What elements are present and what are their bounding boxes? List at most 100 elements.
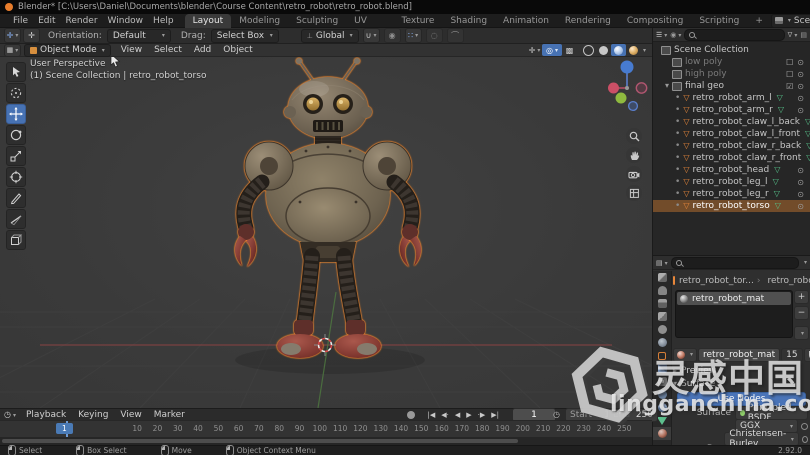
- editor-type-icon[interactable]: ▦ ▾: [4, 43, 21, 57]
- hide-eye-icon[interactable]: ⊙: [797, 202, 804, 211]
- transform-tool-button[interactable]: [6, 167, 26, 187]
- topbar-menu[interactable]: File: [8, 16, 33, 26]
- tweak-tool-button[interactable]: [6, 62, 26, 82]
- show-gizmo-icon[interactable]: ✛ ▾: [527, 44, 542, 56]
- tab-scene[interactable]: [653, 323, 671, 336]
- workspace-tab[interactable]: Shading: [442, 14, 495, 28]
- tab-output[interactable]: [653, 297, 671, 310]
- collection-checkbox[interactable]: ☐: [786, 70, 793, 79]
- material-slot-row[interactable]: retro_robot_mat: [677, 292, 791, 305]
- record-button[interactable]: [406, 410, 415, 419]
- move-tool-button[interactable]: [6, 104, 26, 124]
- slot-specials-button[interactable]: ▾: [794, 326, 809, 340]
- add-cube-tool-button[interactable]: [6, 230, 26, 250]
- outliner-display-mode-icon[interactable]: ◉ ▾: [670, 31, 681, 39]
- timeline-ruler[interactable]: 10 20 30 40 50 60 70 80 90 100 110 120 130 140 150 160 1…: [0, 420, 652, 438]
- pan-hand-icon[interactable]: [626, 147, 642, 163]
- xray-toggle-icon[interactable]: ▩: [562, 44, 577, 56]
- shading-solid-icon[interactable]: [596, 44, 611, 56]
- perspective-toggle-icon[interactable]: [626, 185, 642, 201]
- object-row[interactable]: • ▽ retro_robot_arm_l ▽ ⊙: [653, 92, 810, 104]
- object-row[interactable]: • ▽ retro_robot_claw_l_front ▽ ⊙: [653, 128, 810, 140]
- add-slot-button[interactable]: +: [794, 290, 809, 304]
- transform-orientation-dropdown[interactable]: ⊥ Global ▾: [300, 28, 359, 43]
- surface-panel-header[interactable]: ▾ Surface: [673, 379, 808, 389]
- material-slot-list[interactable]: retro_robot_mat: [675, 290, 793, 338]
- active-tool-dropdown[interactable]: ✛ ▾: [4, 28, 21, 43]
- workspace-tab[interactable]: Rendering: [557, 14, 619, 28]
- collection-row[interactable]: low poly ☐ ⊙: [653, 56, 810, 68]
- object-row[interactable]: • ▽ retro_robot_claw_r_front ▽ ⊙: [653, 152, 810, 164]
- workspace-tab[interactable]: UV Editing: [346, 14, 393, 40]
- tab-render[interactable]: [653, 284, 671, 297]
- hide-eye-icon[interactable]: ⊙: [797, 166, 804, 175]
- timeline-menu[interactable]: Keying: [72, 410, 114, 420]
- shading-wireframe-icon[interactable]: [581, 44, 596, 56]
- tab-world[interactable]: [653, 336, 671, 349]
- workspace-tab[interactable]: Scripting: [691, 14, 747, 28]
- tab-view-layer[interactable]: [653, 310, 671, 323]
- animate-dot-icon[interactable]: [801, 422, 808, 430]
- workspace-tab[interactable]: Layout: [184, 13, 232, 28]
- browse-material-button[interactable]: ▾: [673, 347, 698, 362]
- tab-modifiers[interactable]: [653, 362, 671, 375]
- camera-view-icon[interactable]: [626, 166, 642, 182]
- viewport-menu[interactable]: Select: [148, 45, 188, 55]
- snap-toggle-icon[interactable]: ◉: [383, 28, 401, 43]
- tab-object[interactable]: [653, 349, 671, 362]
- navigation-gizmo[interactable]: [608, 56, 648, 120]
- robot-model[interactable]: [212, 56, 452, 368]
- topbar-menu[interactable]: Edit: [33, 16, 60, 26]
- falloff-curve-icon[interactable]: ⌒: [446, 28, 464, 43]
- collection-checkbox[interactable]: ☑: [786, 82, 793, 91]
- collection-row[interactable]: high poly ☐ ⊙: [653, 68, 810, 80]
- timeline-menu[interactable]: Playback: [20, 410, 72, 420]
- topbar-menu[interactable]: Help: [148, 16, 179, 26]
- playback-button[interactable]: |◀: [425, 411, 439, 419]
- scene-selector[interactable]: ▾ Scene ×: [770, 13, 810, 28]
- snapping-icon[interactable]: ∪ ▾: [362, 28, 380, 43]
- material-name-field[interactable]: retro_robot_mat: [698, 347, 781, 362]
- proportional-falloff-icon[interactable]: ◌: [425, 28, 443, 43]
- object-row[interactable]: • ▽ retro_robot_leg_r ▽ ⊙: [653, 188, 810, 200]
- properties-search-input[interactable]: [670, 256, 799, 269]
- outliner-search-input[interactable]: [684, 28, 785, 41]
- preview-range-clock-icon[interactable]: ◷: [553, 410, 560, 419]
- viewport-menu[interactable]: Add: [188, 45, 217, 55]
- collection-row[interactable]: ▾ final geo ☑ ⊙: [653, 80, 810, 92]
- remove-slot-button[interactable]: −: [794, 306, 809, 320]
- add-workspace-button[interactable]: +: [747, 14, 771, 28]
- orientation-dropdown[interactable]: Default ▾: [106, 28, 171, 43]
- timeline-menu[interactable]: View: [114, 410, 147, 420]
- hide-eye-icon[interactable]: ⊙: [797, 178, 804, 187]
- topbar-menu[interactable]: Window: [103, 16, 149, 26]
- animate-dot-icon[interactable]: [801, 435, 808, 443]
- properties-editor-icon[interactable]: ▤ ▾: [656, 259, 668, 267]
- collection-checkbox[interactable]: ☐: [786, 58, 793, 67]
- tab-material[interactable]: [653, 427, 671, 440]
- playback-button[interactable]: ◀·: [438, 411, 452, 419]
- fake-user-shield-icon[interactable]: [803, 347, 810, 362]
- tab-tool[interactable]: [653, 271, 671, 284]
- outliner-editor-icon[interactable]: ☰ ▾: [656, 31, 667, 39]
- hide-eye-icon[interactable]: ⊙: [797, 70, 804, 79]
- playback-button[interactable]: ▶: [463, 411, 474, 419]
- proportional-editing-icon[interactable]: ∷ ▾: [404, 28, 422, 43]
- workspace-tab[interactable]: Compositing: [619, 14, 691, 28]
- workspace-tab[interactable]: Sculpting: [288, 14, 346, 28]
- move-tool-icon[interactable]: ✛: [23, 28, 40, 43]
- playback-button[interactable]: ·▶: [475, 411, 489, 419]
- hide-eye-icon[interactable]: ⊙: [797, 106, 804, 115]
- timeline-editor-icon[interactable]: ◷ ▾: [4, 410, 16, 419]
- object-row[interactable]: • ▽ retro_robot_claw_r_back ▽ ⊙: [653, 140, 810, 152]
- workspace-tab[interactable]: Modeling: [231, 14, 288, 28]
- playback-button[interactable]: ◀: [452, 411, 463, 419]
- object-row[interactable]: • ▽ retro_robot_leg_l ▽ ⊙: [653, 176, 810, 188]
- tab-particles[interactable]: [653, 375, 671, 388]
- viewport-menu[interactable]: View: [115, 45, 148, 55]
- timeline-menu[interactable]: Marker: [148, 410, 191, 420]
- current-frame-marker[interactable]: 1: [56, 423, 73, 434]
- annotate-tool-button[interactable]: [6, 188, 26, 208]
- viewport-menu[interactable]: Object: [217, 45, 258, 55]
- topbar-menu[interactable]: Render: [61, 16, 103, 26]
